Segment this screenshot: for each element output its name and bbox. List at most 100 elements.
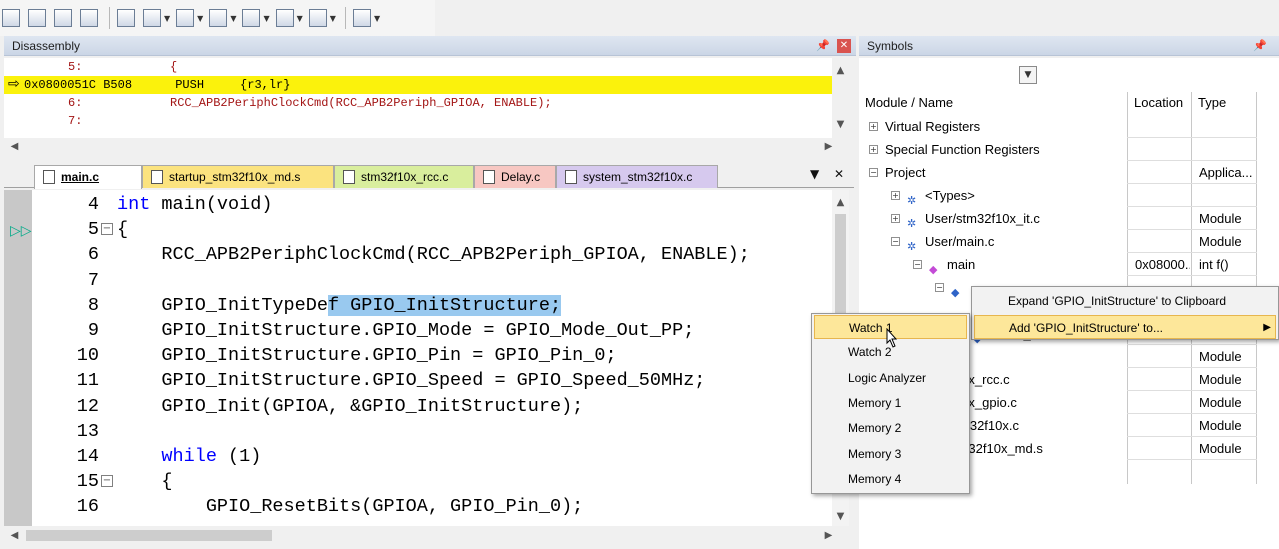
chevron-down-icon[interactable]: ▼: [374, 14, 380, 23]
trace-button[interactable]: ▼: [307, 6, 336, 30]
tab-startup-stm32f10x-md-s[interactable]: startup_stm32f10x_md.s: [142, 165, 334, 188]
scroll-left-icon[interactable]: ◀: [6, 138, 23, 155]
find-button[interactable]: [26, 6, 48, 30]
disassembly-vscroll[interactable]: ▲ ▼: [832, 58, 849, 138]
code-line[interactable]: 13: [4, 419, 832, 444]
column-header-name[interactable]: Module / Name: [859, 92, 953, 114]
disassembly-view[interactable]: 5: {⇨ 0x0800051C B508 PUSH {r3,lr} 6: RCC_AP…: [4, 58, 832, 138]
scroll-down-icon[interactable]: ▼: [832, 508, 849, 525]
fold-toggle-icon[interactable]: −: [101, 223, 113, 236]
menu-item-label: Memory 4: [848, 471, 902, 486]
expand-icon[interactable]: +: [891, 214, 900, 223]
code-text: GPIO_ResetBits(GPIOA, GPIO_Pin_0);: [117, 494, 583, 519]
tab-delay-c[interactable]: Delay.c: [474, 165, 556, 188]
code-line[interactable]: 4 int main(void): [4, 192, 832, 217]
code-line[interactable]: 5−{: [4, 217, 832, 242]
source-line-number: 7:: [68, 114, 83, 128]
collapse-icon[interactable]: −: [869, 168, 878, 177]
fold-toggle-icon[interactable]: −: [101, 475, 113, 488]
memory-button[interactable]: ▼: [240, 6, 270, 30]
code-line[interactable]: 7: [4, 268, 832, 293]
scroll-right-icon[interactable]: ▶: [820, 527, 837, 544]
symbol-row[interactable]: + Virtual Registers: [859, 115, 1279, 138]
chevron-down-icon[interactable]: ▼: [263, 14, 269, 23]
chevron-down-icon[interactable]: ▼: [197, 14, 203, 23]
reset-button[interactable]: [115, 6, 137, 30]
code-line[interactable]: 14 while (1): [4, 444, 832, 469]
code-line[interactable]: 6 RCC_APB2PeriphClockCmd(RCC_APB2Periph_…: [4, 242, 832, 267]
pin-icon[interactable]: 📌: [1253, 36, 1267, 56]
close-tab-icon[interactable]: ✕: [834, 167, 844, 181]
tab-stm32f10x-rcc-c[interactable]: stm32f10x_rcc.c: [334, 165, 474, 188]
column-header-location[interactable]: Location: [1128, 92, 1183, 114]
add-to-item[interactable]: Add 'GPIO_InitStructure' to... ▶: [974, 315, 1276, 339]
code-line[interactable]: 9 GPIO_InitStructure.GPIO_Mode = GPIO_Mo…: [4, 318, 832, 343]
scroll-left-icon[interactable]: ◀: [6, 527, 23, 544]
pin-icon[interactable]: 📌: [816, 36, 830, 56]
window-button[interactable]: [0, 6, 22, 30]
peripheral-button[interactable]: ▼: [274, 6, 303, 30]
editor-hscroll[interactable]: ◀ ▶: [4, 527, 849, 544]
expand-icon[interactable]: +: [869, 122, 878, 131]
trace-icon: [308, 9, 327, 27]
layout-button[interactable]: ▼: [174, 6, 203, 30]
symbol-row[interactable]: + Special Function Registers: [859, 138, 1279, 161]
symbol-row[interactable]: − ✲ User/main.c Module: [859, 230, 1279, 253]
disassembly-line[interactable]: 5: {: [4, 58, 832, 76]
code-token: RCC_APB2PeriphClockCmd(RCC_APB2Periph_GP…: [117, 244, 750, 266]
filter-dropdown-icon[interactable]: ▼: [1019, 66, 1037, 84]
code-line[interactable]: 8 GPIO_InitTypeDef GPIO_InitStructure;: [4, 293, 832, 318]
column-header-type[interactable]: Type: [1192, 92, 1226, 114]
disassembly-line[interactable]: ⇨ 0x0800051C B508 PUSH {r3,lr}: [4, 76, 832, 94]
list-button[interactable]: [78, 6, 100, 30]
tab-system-stm32f10x-c[interactable]: system_stm32f10x.c: [556, 165, 718, 188]
disassembly-line[interactable]: 7:: [4, 112, 832, 130]
tab-main-c[interactable]: main.c: [34, 165, 142, 189]
symbol-row[interactable]: + ✲ User/stm32f10x_it.c Module: [859, 207, 1279, 230]
code-line[interactable]: 10 GPIO_InitStructure.GPIO_Pin = GPIO_Pi…: [4, 343, 832, 368]
expand-to-clipboard-item[interactable]: Expand 'GPIO_InitStructure' to Clipboard: [974, 289, 1276, 313]
tab-list-dropdown-icon[interactable]: ▼: [810, 167, 819, 181]
chevron-down-icon[interactable]: ▼: [297, 14, 303, 23]
code-line[interactable]: 15− {: [4, 469, 832, 494]
scroll-right-icon[interactable]: ▶: [820, 138, 837, 155]
disassembly-line[interactable]: 6: RCC_APB2PeriphClockCmd(RCC_APB2Periph_…: [4, 94, 832, 112]
file-icon: [565, 170, 577, 184]
symbol-row[interactable]: − Project Applica...: [859, 161, 1279, 184]
chevron-down-icon[interactable]: ▼: [330, 14, 336, 23]
symbol-row[interactable]: + ✲ <Types>: [859, 184, 1279, 207]
submenu-item-memory-3[interactable]: Memory 3: [814, 442, 967, 466]
scroll-thumb[interactable]: [26, 530, 272, 541]
code-line[interactable]: 16 GPIO_ResetBits(GPIOA, GPIO_Pin_0);: [4, 494, 832, 519]
submenu-item-memory-1[interactable]: Memory 1: [814, 391, 967, 415]
disassembly-hscroll[interactable]: ◀ ▶: [4, 138, 849, 155]
find-icon: [28, 9, 46, 27]
expand-icon[interactable]: +: [869, 145, 878, 154]
scroll-down-icon[interactable]: ▼: [832, 116, 849, 133]
code-editor[interactable]: ▷▷ 4 int main(void) 5−{6 RCC_APB2PeriphClo…: [4, 190, 832, 526]
code-line[interactable]: 12 GPIO_Init(GPIOA, &GPIO_InitStructure)…: [4, 394, 832, 419]
expand-icon[interactable]: +: [891, 191, 900, 200]
chevron-down-icon[interactable]: ▼: [164, 14, 170, 23]
collapse-icon[interactable]: −: [935, 283, 944, 292]
tools-button[interactable]: ▼: [351, 6, 380, 30]
watch-button[interactable]: ▼: [207, 6, 236, 30]
scroll-up-icon[interactable]: ▲: [832, 62, 849, 79]
line-number: 14: [76, 446, 99, 467]
scroll-up-icon[interactable]: ▲: [832, 194, 849, 211]
code-text: GPIO_InitStructure.GPIO_Pin = GPIO_Pin_0…: [117, 343, 616, 368]
close-icon[interactable]: ✕: [837, 39, 851, 53]
chevron-down-icon[interactable]: ▼: [230, 14, 236, 23]
submenu-item-memory-2[interactable]: Memory 2: [814, 416, 967, 440]
tab-label: system_stm32f10x.c: [583, 170, 693, 184]
find-in-files-button[interactable]: [52, 6, 74, 30]
submenu-item-logic-analyzer[interactable]: Logic Analyzer: [814, 366, 967, 390]
symbol-type: int f(): [1199, 257, 1229, 272]
collapse-icon[interactable]: −: [913, 260, 922, 269]
code-text: {: [117, 217, 128, 242]
submenu-item-memory-4[interactable]: Memory 4: [814, 467, 967, 491]
symbol-row[interactable]: − ◆ main 0x08000... int f(): [859, 253, 1279, 276]
build-button[interactable]: ▼: [141, 6, 170, 30]
code-line[interactable]: 11 GPIO_InitStructure.GPIO_Speed = GPIO_…: [4, 368, 832, 393]
collapse-icon[interactable]: −: [891, 237, 900, 246]
